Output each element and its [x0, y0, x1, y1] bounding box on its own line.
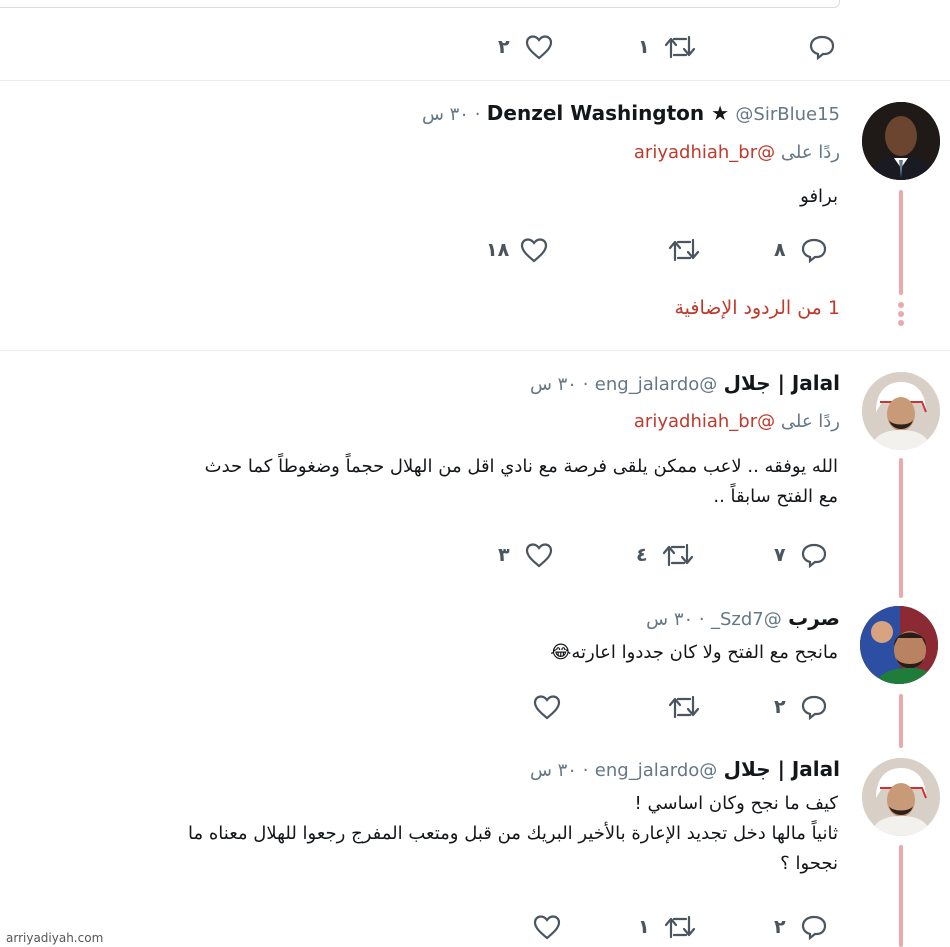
retweet-icon [668, 236, 700, 264]
like-action[interactable]: ٣ [498, 541, 554, 569]
tweet-text: برافو [800, 186, 838, 207]
tweet-header: Denzel Washington ★ @SirBlue15 · ٣٠ س [421, 101, 840, 125]
reply-bubble-icon [800, 693, 828, 721]
reply-handle[interactable]: @ariyadhiah_br [634, 411, 775, 432]
retweet-count: ١ [638, 36, 650, 58]
retweet-icon [664, 913, 696, 941]
thread-dots [897, 299, 905, 329]
reply-handle[interactable]: @ariyadhiah_br [634, 142, 775, 163]
reply-bubble-icon [800, 541, 828, 569]
display-name[interactable]: Jalal | جلال [724, 757, 840, 781]
avatar[interactable] [862, 758, 940, 836]
retweet-icon [662, 541, 694, 569]
timestamp[interactable]: ٣٠ س [422, 104, 469, 125]
handle[interactable]: @SirBlue15 [735, 104, 840, 125]
like-action[interactable]: ٢ [498, 33, 554, 61]
timestamp[interactable]: ٣٠ س [530, 760, 577, 781]
laughing-emoji: 😂 [550, 642, 572, 663]
timestamp[interactable]: ٣٠ س [646, 609, 693, 630]
reply-action[interactable]: ٢ [774, 913, 828, 941]
separator [0, 350, 950, 351]
like-action[interactable] [532, 693, 562, 721]
handle[interactable]: @eng_jalardo [595, 374, 718, 395]
display-name[interactable]: Denzel Washington ★ [487, 101, 729, 125]
like-action[interactable] [532, 913, 562, 941]
avatar[interactable] [862, 372, 940, 450]
reply-to-line: ردًا على @ariyadhiah_br [634, 142, 840, 163]
reply-bubble-icon [800, 236, 828, 264]
reply-count: ٢ [774, 916, 786, 938]
timestamp[interactable]: ٣٠ س [530, 374, 577, 395]
like-count: ٣ [498, 544, 510, 566]
thread-line [899, 694, 903, 748]
tweet-text: الله يوفقه .. لاعب ممكن يلقى فرصة مع ناد… [204, 456, 838, 507]
reply-to-line: ردًا على @ariyadhiah_br [634, 411, 840, 432]
retweet-icon [668, 693, 700, 721]
handle[interactable]: @Szd7_ [711, 609, 782, 630]
heart-icon [532, 693, 562, 721]
retweet-count: ٤ [636, 544, 648, 566]
thread-line [899, 458, 903, 598]
tweet-text: كيف ما نجح وكان اساسي ! ثانياً مالها دخل… [188, 793, 838, 874]
retweet-action[interactable]: ١ [638, 33, 696, 61]
retweet-icon [664, 33, 696, 61]
like-count: ١٨ [486, 239, 510, 261]
tweet-header: صرب @Szd7_ · ٣٠ س [646, 606, 840, 630]
separator [0, 80, 950, 81]
reply-action[interactable]: ٧ [774, 541, 828, 569]
reply-label: ردًا على [780, 411, 840, 432]
heart-icon [532, 913, 562, 941]
more-replies-link[interactable]: 1 من الردود الإضافية [674, 297, 840, 319]
thread-line [899, 190, 903, 295]
tweet-header: Jalal | جلال @eng_jalardo · ٣٠ س [529, 757, 840, 781]
retweet-action[interactable]: ١ [638, 913, 696, 941]
heart-icon [524, 541, 554, 569]
retweet-action[interactable]: ٤ [636, 541, 694, 569]
reply-count: ٨ [774, 239, 786, 261]
reply-count: ٧ [774, 544, 786, 566]
avatar[interactable] [860, 606, 938, 684]
watermark: arriyadiyah.com [6, 931, 104, 945]
display-name[interactable]: Jalal | جلال [724, 371, 840, 395]
tweet-header: Jalal | جلال @eng_jalardo · ٣٠ س [529, 371, 840, 395]
reply-action[interactable] [808, 33, 836, 61]
heart-icon [519, 236, 549, 264]
reply-count: ٢ [774, 696, 786, 718]
reply-action[interactable]: ٨ [774, 236, 828, 264]
reply-bubble-icon [800, 913, 828, 941]
like-count: ٢ [498, 36, 510, 58]
retweet-action[interactable] [668, 236, 700, 264]
previous-tweet-card [0, 0, 840, 8]
reply-action[interactable]: ٢ [774, 693, 828, 721]
display-name[interactable]: صرب [788, 606, 840, 630]
avatar[interactable] [862, 102, 940, 180]
retweet-action[interactable] [668, 693, 700, 721]
retweet-count: ١ [638, 916, 650, 938]
reply-bubble-icon [808, 33, 836, 61]
tweet-text: مانجح مع الفتح ولا كان جددوا اعارته😂 [550, 642, 838, 663]
handle[interactable]: @eng_jalardo [595, 760, 718, 781]
like-action[interactable]: ١٨ [486, 236, 549, 264]
reply-label: ردًا على [780, 142, 840, 163]
heart-icon [524, 33, 554, 61]
thread-line [899, 845, 903, 947]
